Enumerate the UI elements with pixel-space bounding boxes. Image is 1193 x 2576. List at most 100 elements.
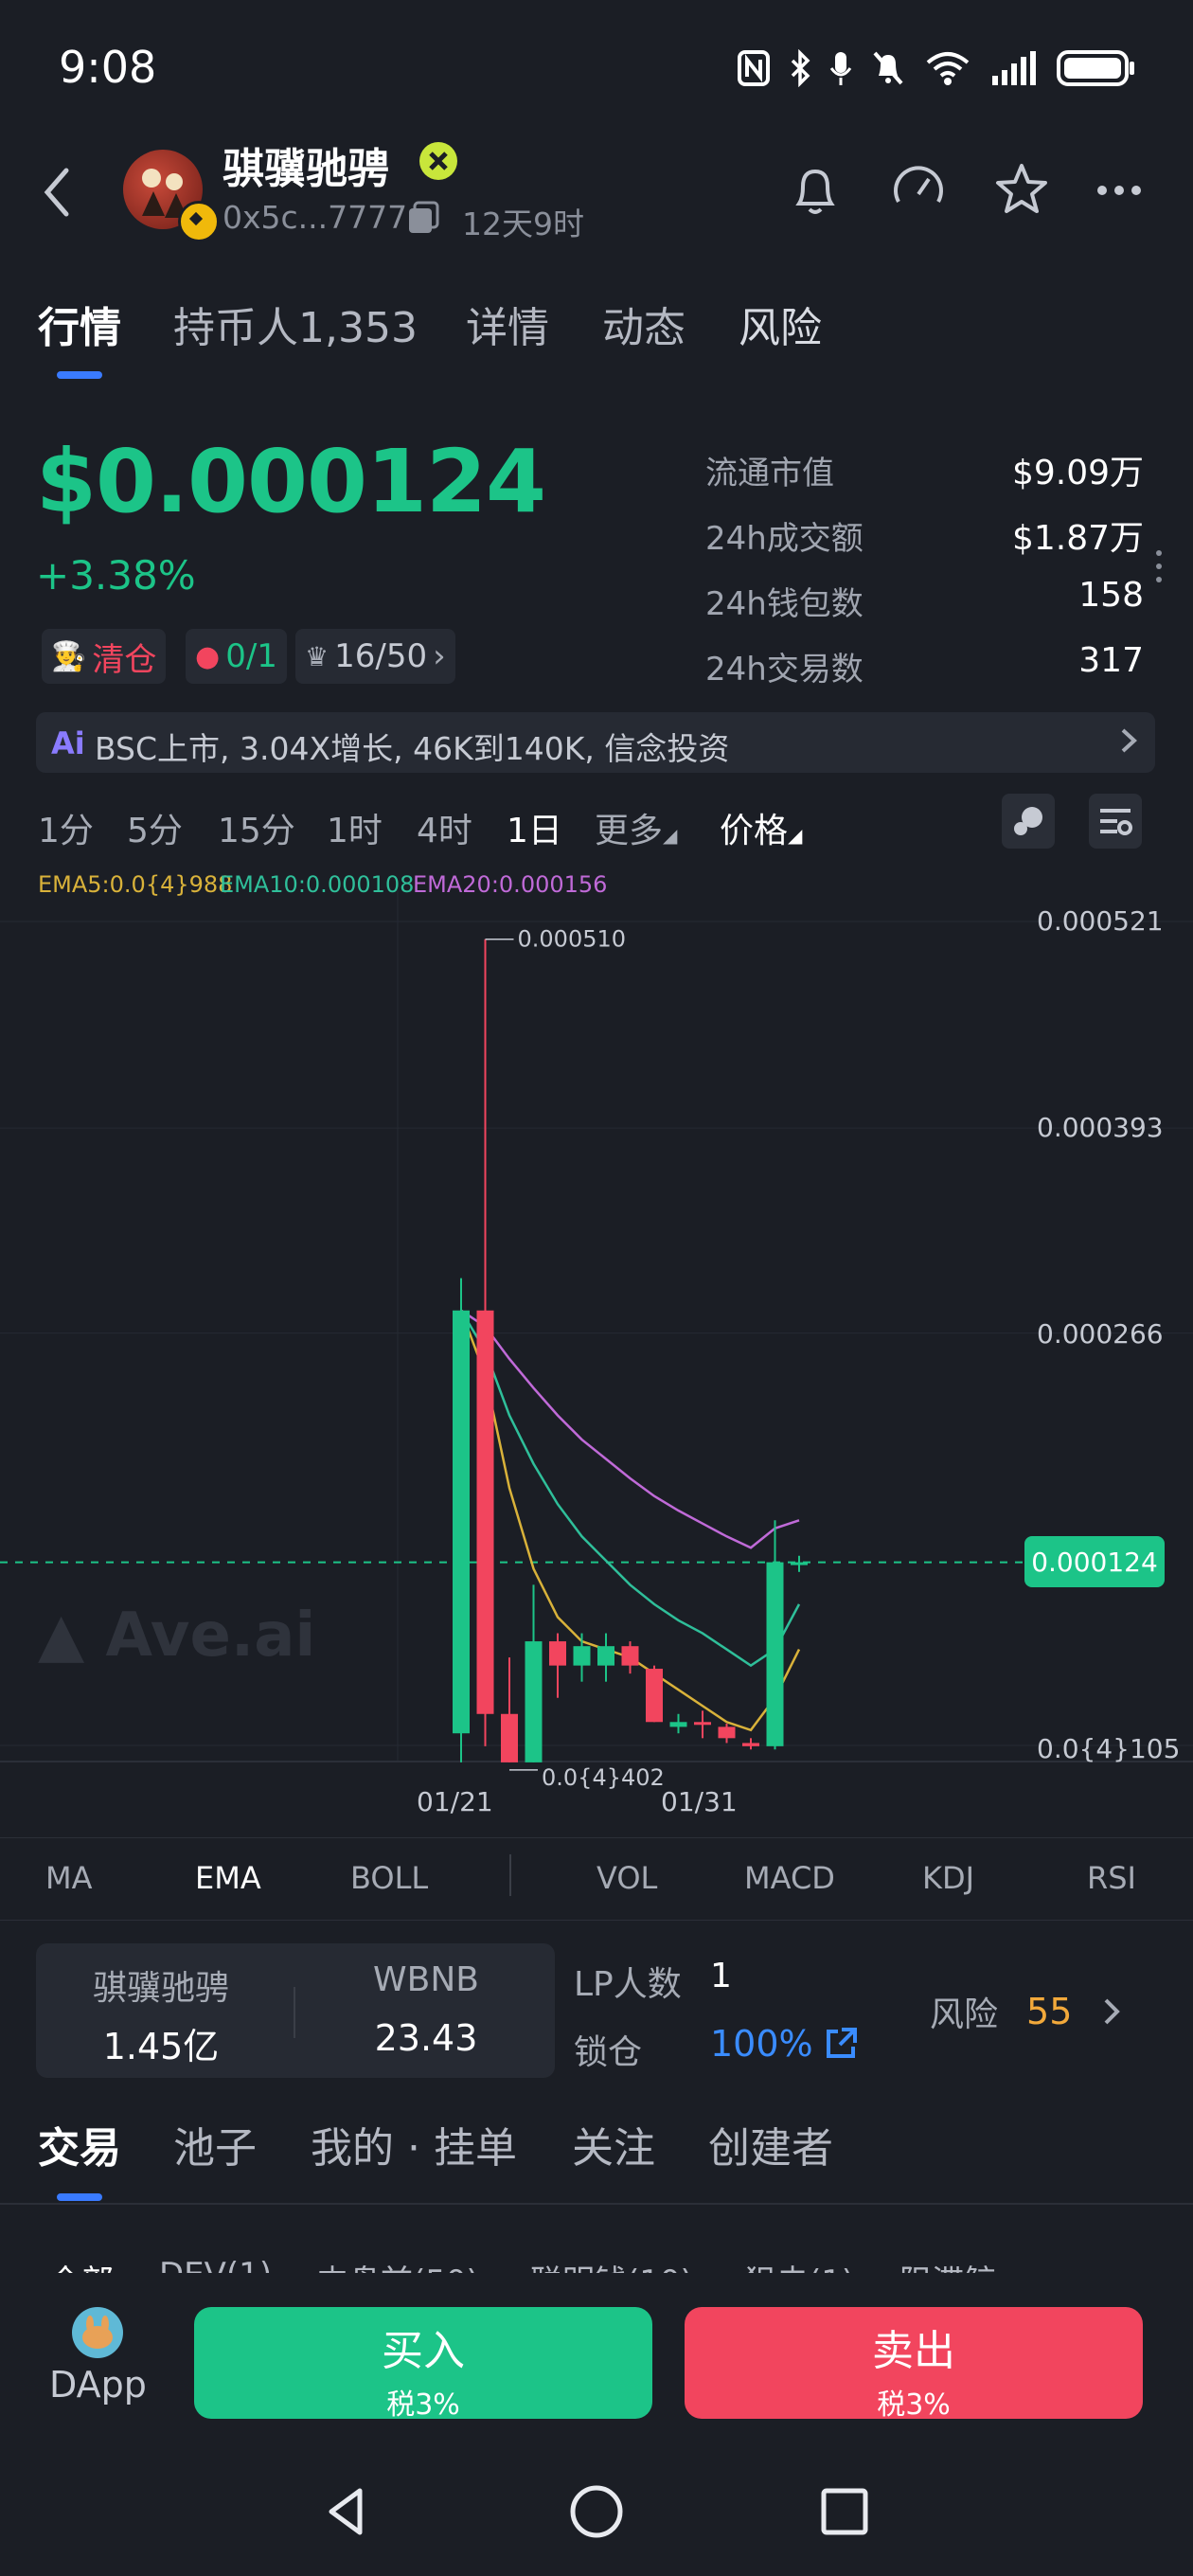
divider [294,1987,295,2038]
tab-indicator [57,2193,102,2201]
lock-link[interactable]: 100% [710,2023,859,2065]
indicator-toggle-button[interactable] [1002,794,1055,849]
risk-score[interactable]: 风险 55 [930,1987,1123,2036]
risk-value: 55 [1026,1991,1073,2032]
status-icons [737,42,1136,95]
chart-settings-button[interactable] [1089,794,1142,849]
back-icon[interactable] [38,159,85,225]
sell-button[interactable]: 卖出 税3% [685,2307,1143,2422]
candle-body [669,1722,687,1727]
timeframe-1m[interactable]: 1分 [38,803,94,852]
indicator-rsi[interactable]: RSI [1087,1860,1136,1896]
stat-value-txns: 317 [1078,641,1144,680]
dropdown-triangle-icon: ◢ [788,824,803,847]
timeframe-more[interactable]: 更多◢ [595,803,677,852]
price-mode[interactable]: 价格◢ [720,803,802,852]
tab-activity[interactable]: 动态 [602,294,686,354]
bell-icon[interactable] [782,156,848,223]
indicator-boll[interactable]: BOLL [350,1860,428,1896]
y-axis-label: 0.000266 [1037,1318,1164,1350]
risk-label: 风险 [930,1995,999,2034]
timeframe-more-label: 更多 [595,812,664,850]
stat-key-txns: 24h交易数 [705,651,864,689]
crown-tag[interactable]: ♛ 16/50 › [295,629,455,684]
indicator-macd[interactable]: MACD [744,1860,835,1896]
chevron-right-icon [1121,728,1137,753]
lp-token-name: 骐骥驰骋 [92,1969,229,2008]
tab-pools[interactable]: 池子 [173,2114,257,2174]
current-price: $0.000124 [36,431,546,532]
y-axis-label: 0.000521 [1037,905,1164,937]
divider [0,2203,1193,2205]
tab-holders[interactable]: 持币人1,353 [173,294,418,354]
tab-following[interactable]: 关注 [572,2114,655,2174]
circles-icon [1014,807,1042,835]
candle-body [646,1669,663,1723]
x-axis-label: 01/21 [417,1786,493,1817]
clear-tag-label: 清仓 [92,640,157,679]
candle-body [694,1722,711,1726]
current-price-marker: 0.000124 [1024,1536,1165,1587]
indicator-ema[interactable]: EMA [195,1860,261,1896]
lock-label: 锁仓 [574,2033,643,2072]
bag-tag[interactable]: ● 0/1 [186,629,287,684]
candle-body [453,1310,470,1734]
buy-button[interactable]: 买入 税3% [194,2307,652,2422]
stat-value-mcap: $9.09万 [1011,454,1144,492]
copy-icon[interactable] [407,201,439,235]
sell-label: 卖出 [872,2327,955,2375]
clear-tag[interactable]: 👨‍🍳 清仓 [42,629,167,684]
candle-body [718,1726,736,1739]
indicator-vol[interactable]: VOL [596,1860,657,1896]
lp-count-value: 1 [710,1957,732,1995]
tab-trades[interactable]: 交易 [38,2114,121,2174]
indicator-ma[interactable]: MA [45,1860,93,1896]
tab-my-orders[interactable]: 我的 · 挂单 [311,2114,517,2174]
timeframe-5m[interactable]: 5分 [127,803,183,852]
battery-icon [1057,50,1134,86]
indicator-kdj[interactable]: KDJ [922,1860,974,1896]
timeframe-1d[interactable]: 1日 [507,803,562,852]
stat-key-wallets: 24h钱包数 [705,585,864,623]
timeframe-4h[interactable]: 4时 [417,803,472,852]
pancakeswap-icon[interactable] [72,2307,123,2358]
tab-risk[interactable]: 风险 [739,294,822,354]
chevron-right-icon [1104,1998,1121,2025]
mic-icon [829,52,852,85]
contract-address[interactable]: 0x5c...7777 [223,199,407,236]
stat-value-volume: $1.87万 [1011,519,1144,558]
ema20-line [460,1309,800,1549]
candle-body [501,1713,518,1762]
price-mode-label: 价格 [720,812,789,850]
dapp-label[interactable]: DApp [49,2364,147,2406]
nav-home-icon[interactable] [566,2481,627,2542]
external-link-icon [826,2028,857,2058]
tab-market[interactable]: 行情 [38,294,121,354]
bluetooth-icon [791,49,810,87]
tab-creator[interactable]: 创建者 [708,2114,833,2174]
crown-tag-value: 16/50 [334,637,428,675]
lp-pair-name: WBNB [373,1960,479,1999]
nav-recents-icon[interactable] [814,2481,875,2542]
vertical-more-icon[interactable] [1153,547,1165,585]
price-chart[interactable]: 0.000510 0.0{4}402 [0,852,1193,1799]
divider [509,1854,511,1896]
speed-icon[interactable] [885,156,952,223]
lp-pair-amount: 23.43 [374,2017,478,2059]
dropdown-triangle-icon: ◢ [663,824,678,847]
y-axis-label: 0.000393 [1037,1112,1164,1143]
sell-tax: 税3% [877,2388,951,2422]
stat-key-volume: 24h成交额 [705,520,864,558]
nav-back-icon[interactable] [318,2481,379,2542]
tab-indicator [57,371,102,379]
timeframe-1h[interactable]: 1时 [327,803,383,852]
more-icon[interactable] [1089,156,1155,223]
token-name: 骐骥驰骋 [223,145,389,193]
star-icon[interactable] [988,156,1055,223]
buy-label: 买入 [382,2327,465,2375]
tab-details[interactable]: 详情 [466,294,549,354]
timeframe-15m[interactable]: 15分 [218,803,295,852]
settings-icon [1100,809,1132,835]
bag-tag-value: 0/1 [225,637,277,675]
wifi-icon [926,52,970,85]
